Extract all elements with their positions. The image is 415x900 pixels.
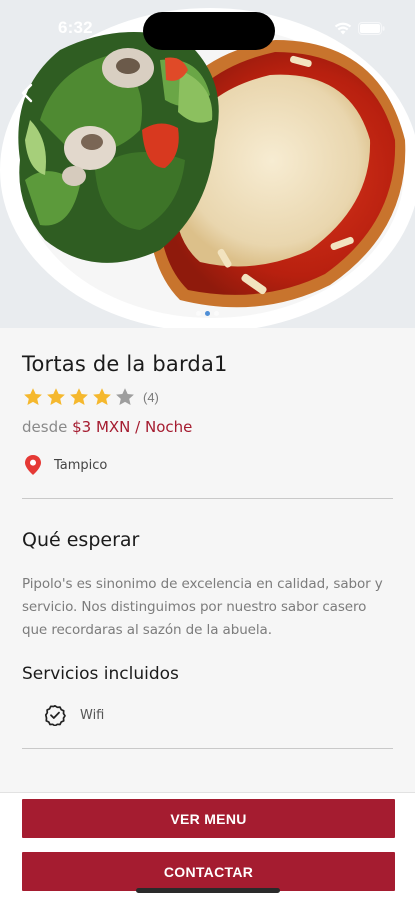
about-description: Pipolo's es sinonimo de excelencia en ca… [22,576,383,638]
service-label: Wifi [80,707,105,723]
star-filled-icon [93,388,111,405]
check-circle-icon [44,704,66,726]
camera-notch [143,12,275,50]
location-row[interactable]: Tampico [22,454,393,476]
view-menu-button[interactable]: VER MENU [22,799,395,838]
star-empty-icon [116,388,134,405]
service-item-wifi: Wifi [22,704,393,726]
price-line: desde $3 MXN / Noche [22,418,393,436]
star-filled-icon [70,388,88,405]
pager-dot[interactable] [196,311,201,316]
hero-image[interactable]: 6:32 [0,0,415,328]
status-time: 6:32 [58,18,93,37]
battery-icon [358,21,385,35]
details-panel[interactable]: Tortas de la barda1 (4) desde $3 MXN / N… [0,328,415,792]
pager-dot[interactable] [214,311,219,316]
price-prefix: desde [22,418,68,436]
services-title: Servicios incluidos [22,664,179,684]
place-title: Tortas de la barda1 [22,352,228,376]
about-title: Qué esperar [22,529,140,551]
chevron-left-icon [21,83,33,103]
star-filled-icon [47,388,65,405]
divider [22,748,393,749]
contact-button[interactable]: CONTACTAR [22,852,395,891]
pager-dot-active[interactable] [205,311,210,316]
rating-count: (4) [143,389,159,405]
wifi-icon [334,22,352,34]
location-label: Tampico [54,457,108,473]
divider [22,498,393,499]
map-pin-icon [25,455,41,475]
home-indicator[interactable] [136,888,280,893]
action-bar: VER MENU CONTACTAR [0,792,415,900]
status-icons [334,21,385,35]
price-value: $3 MXN / Noche [72,418,193,436]
rating-row: (4) [22,386,393,408]
back-button[interactable] [14,78,40,108]
star-filled-icon [24,388,42,405]
image-pager[interactable] [0,311,415,316]
